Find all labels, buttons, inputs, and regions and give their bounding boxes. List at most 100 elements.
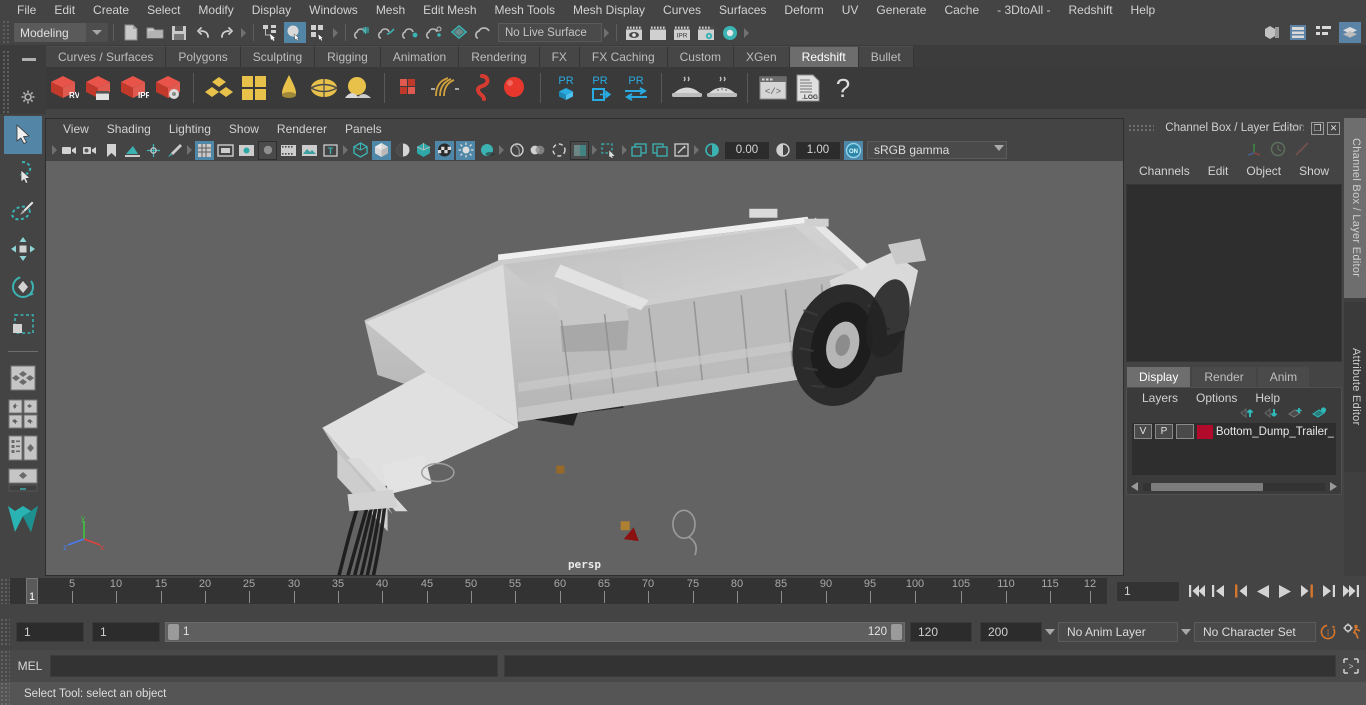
- clock-icon[interactable]: [1270, 141, 1286, 157]
- menu-set-selector[interactable]: Modeling: [14, 23, 108, 42]
- new-layer-icon[interactable]: [1287, 407, 1303, 419]
- layer-row[interactable]: V P Bottom_Dump_Trailer_: [1132, 423, 1336, 440]
- help-line-grip[interactable]: [0, 682, 10, 705]
- smooth-shade-icon[interactable]: [372, 140, 391, 160]
- command-language-label[interactable]: MEL: [10, 659, 50, 673]
- redo-icon[interactable]: [216, 22, 238, 43]
- viewport-menu-view[interactable]: View: [54, 119, 98, 139]
- exposure-icon[interactable]: [702, 141, 721, 160]
- range-slider-grip[interactable]: [0, 618, 10, 646]
- range-high-handle[interactable]: [891, 624, 902, 640]
- viewport-menu-shading[interactable]: Shading: [98, 119, 160, 139]
- panel-grip-right[interactable]: [1278, 124, 1304, 132]
- attribute-editor-icon[interactable]: [1287, 22, 1309, 43]
- layer-name[interactable]: Bottom_Dump_Trailer_: [1216, 426, 1334, 438]
- menu-edit-mesh[interactable]: Edit Mesh: [414, 0, 485, 20]
- layer-list[interactable]: V P Bottom_Dump_Trailer_: [1132, 423, 1336, 475]
- select-by-hierarchy-icon[interactable]: [260, 22, 282, 43]
- single-persp-layout-button[interactable]: [4, 465, 42, 495]
- status-line-grip[interactable]: [2, 20, 10, 45]
- anim-start-field[interactable]: 1: [16, 622, 84, 642]
- snap-to-view-plane-icon[interactable]: [448, 22, 470, 43]
- lasso-select-tool-button[interactable]: [4, 154, 42, 192]
- select-by-component-icon[interactable]: [308, 22, 330, 43]
- menu-help[interactable]: Help: [1122, 0, 1165, 20]
- side-tab-attribute-editor[interactable]: Attribute Editor: [1344, 302, 1366, 472]
- isolate-select-icon[interactable]: [600, 141, 619, 160]
- close-icon[interactable]: ✕: [1327, 121, 1340, 135]
- display-layers-icon[interactable]: [651, 141, 670, 160]
- resolution-gate-icon[interactable]: [237, 141, 256, 160]
- move-tool-button[interactable]: [4, 230, 42, 268]
- shelf-tab-sculpting[interactable]: Sculpting: [240, 46, 316, 67]
- channel-box-menu-object[interactable]: Object: [1237, 164, 1290, 178]
- camera-attributes-icon[interactable]: [81, 141, 100, 160]
- xray-icon[interactable]: [549, 141, 568, 160]
- menu-deform[interactable]: Deform: [775, 0, 832, 20]
- select-tool-button[interactable]: [3, 116, 42, 154]
- redshift-proxy-button[interactable]: [393, 71, 427, 105]
- redshift-dome-light-button[interactable]: [307, 71, 341, 105]
- menu-uv[interactable]: UV: [833, 0, 868, 20]
- playback-end-field[interactable]: 120: [910, 622, 972, 642]
- shelf-tab-curves-surfaces[interactable]: Curves / Surfaces: [46, 46, 167, 67]
- menu-mesh[interactable]: Mesh: [367, 0, 414, 20]
- shelf-tab-fx[interactable]: FX: [539, 46, 580, 67]
- redshift-pr-export-button[interactable]: PR: [584, 71, 618, 105]
- side-tab-channel-box[interactable]: Channel Box / Layer Editor: [1344, 118, 1366, 298]
- slope-icon[interactable]: [1294, 141, 1310, 157]
- select-by-object-icon[interactable]: [284, 22, 306, 43]
- restore-icon[interactable]: ❐: [1311, 121, 1324, 135]
- redshift-help-button[interactable]: ?: [826, 71, 860, 105]
- shelf-tab-bullet[interactable]: Bullet: [858, 46, 914, 67]
- snap-to-point-icon[interactable]: [400, 22, 422, 43]
- image-based-lighting-icon[interactable]: [630, 141, 649, 160]
- menu-modify[interactable]: Modify: [189, 0, 242, 20]
- scrollbar-thumb[interactable]: [1151, 482, 1263, 491]
- shelf-grip[interactable]: [2, 50, 10, 114]
- redshift-grid-button[interactable]: [237, 71, 271, 105]
- flat-shade-icon[interactable]: [393, 141, 412, 160]
- layer-menu-help[interactable]: Help: [1246, 391, 1289, 405]
- chevron-down-icon[interactable]: [86, 23, 108, 42]
- layer-shading-toggle[interactable]: [1175, 424, 1194, 439]
- menu-redshift[interactable]: Redshift: [1060, 0, 1122, 20]
- viewport-menu-lighting[interactable]: Lighting: [160, 119, 220, 139]
- layer-menu-layers[interactable]: Layers: [1133, 391, 1187, 405]
- redshift-cone-light-button[interactable]: [272, 71, 306, 105]
- snap-to-grid-icon[interactable]: [352, 22, 374, 43]
- menu-generate[interactable]: Generate: [867, 0, 935, 20]
- menu-mesh-display[interactable]: Mesh Display: [564, 0, 654, 20]
- redshift-log-button[interactable]: .LOG: [791, 71, 825, 105]
- motion-blur-icon[interactable]: [528, 141, 547, 160]
- menu-select[interactable]: Select: [138, 0, 189, 20]
- layer-playback-toggle[interactable]: P: [1154, 424, 1173, 439]
- render-current-frame-icon[interactable]: [647, 22, 669, 43]
- ipr-render-icon[interactable]: IPR: [671, 22, 693, 43]
- shelf-options-gear-icon[interactable]: [21, 90, 35, 104]
- layer-tab-render[interactable]: Render: [1192, 367, 1256, 387]
- redshift-ipr-button[interactable]: IPR: [116, 71, 150, 105]
- shelf-tab-xgen[interactable]: XGen: [733, 46, 790, 67]
- anim-layer-dropdown-arrow[interactable]: [1042, 622, 1058, 642]
- lighting-icon[interactable]: [456, 140, 475, 160]
- redshift-pr-transfer-button[interactable]: PR: [619, 71, 653, 105]
- 2d-pan-zoom-icon[interactable]: [144, 141, 163, 160]
- move-layer-up-icon[interactable]: [1239, 407, 1255, 419]
- shelf-tab-polygons[interactable]: Polygons: [166, 46, 241, 67]
- go-to-start-icon[interactable]: [1187, 581, 1206, 601]
- text-overlay-icon[interactable]: T: [321, 141, 340, 160]
- ao-icon[interactable]: [507, 141, 526, 160]
- redshift-sphere-button[interactable]: [498, 71, 532, 105]
- go-to-end-icon[interactable]: [1341, 581, 1360, 601]
- menu-file[interactable]: File: [8, 0, 45, 20]
- redshift-render-sequence-button[interactable]: [81, 71, 115, 105]
- color-management-toggle-icon[interactable]: ON: [844, 140, 863, 160]
- channel-box-menu-edit[interactable]: Edit: [1199, 164, 1238, 178]
- menu-create[interactable]: Create: [84, 0, 138, 20]
- step-forward-frame-icon[interactable]: [1297, 581, 1316, 601]
- modeling-toolkit-icon[interactable]: [1261, 22, 1283, 43]
- step-back-keyframe-icon[interactable]: [1209, 581, 1228, 601]
- shelf-tab-custom[interactable]: Custom: [667, 46, 734, 67]
- range-low-handle[interactable]: [168, 624, 179, 640]
